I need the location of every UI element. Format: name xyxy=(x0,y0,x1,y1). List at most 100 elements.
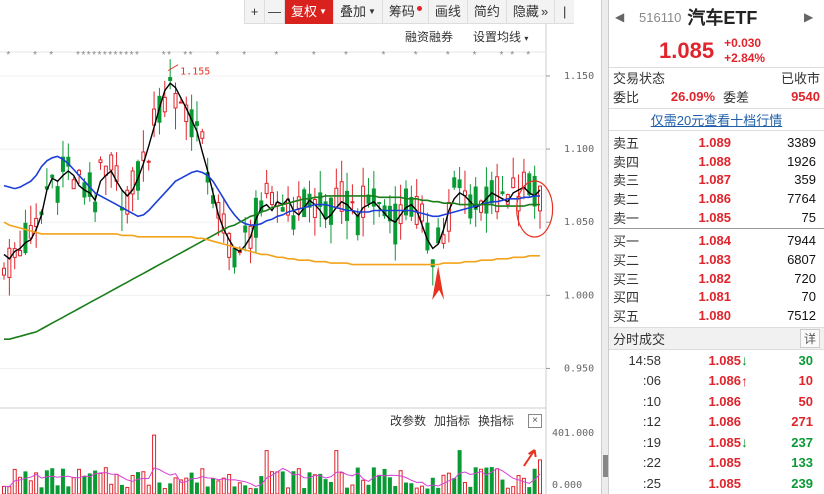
bid-row[interactable]: 买三 1.082 720 xyxy=(609,269,824,288)
stock-code: 516110 xyxy=(639,9,682,25)
trades-detail-button[interactable]: 详 xyxy=(799,328,820,348)
volume-bar xyxy=(532,468,537,494)
trade-price: 1.086 xyxy=(708,414,741,430)
event-marker-icon: * xyxy=(499,50,503,61)
volume-bar xyxy=(200,468,205,494)
volume-bar xyxy=(452,478,457,494)
volume-bar xyxy=(168,483,173,494)
trade-price: 1.085 xyxy=(708,434,741,450)
ask-row[interactable]: 卖五 1.089 3389 xyxy=(609,133,824,152)
volume-bar xyxy=(436,487,441,494)
volume-bar xyxy=(82,476,87,494)
event-marker-icon: * xyxy=(215,50,219,61)
event-marker-icon: * xyxy=(446,50,450,61)
drag-handle-icon[interactable] xyxy=(603,455,608,477)
candle-body xyxy=(98,159,103,164)
event-marker-icon: * xyxy=(189,50,193,61)
overlay-label: 叠加 xyxy=(339,4,366,19)
panel-divider[interactable] xyxy=(601,0,609,494)
volume-bar xyxy=(211,478,216,494)
ten-level-quote-link[interactable]: 仅需20元查看十档行情 xyxy=(651,110,782,129)
y-tick-label: 1.100 xyxy=(564,144,594,155)
ask-price: 1.089 xyxy=(698,134,731,150)
y-tick-label: 1.000 xyxy=(564,290,594,301)
volume-tick-label: 0.000 xyxy=(552,480,582,491)
bid-row[interactable]: 买一 1.084 7944 xyxy=(609,231,824,250)
bid-label: 买二 xyxy=(613,252,640,268)
bid-volume: 7944 xyxy=(787,233,816,249)
volume-bar xyxy=(302,488,307,494)
bid-row[interactable]: 买四 1.081 70 xyxy=(609,288,824,307)
event-marker-icon: * xyxy=(6,50,10,61)
event-marker-icon: * xyxy=(382,50,386,61)
edit-params-button[interactable]: 改参数 xyxy=(390,412,426,429)
candle-body xyxy=(312,199,317,218)
hide-label: 隐藏 xyxy=(512,4,539,19)
candle-body xyxy=(71,179,76,190)
bid-price: 1.083 xyxy=(698,251,731,267)
prev-stock-icon[interactable]: ◀ xyxy=(615,10,629,24)
candle-body xyxy=(168,77,173,81)
next-stock-icon[interactable]: ▶ xyxy=(804,10,818,24)
ma-settings-dropdown[interactable]: 设置均线 ▾ xyxy=(473,28,528,45)
candle-body xyxy=(243,225,248,233)
ask-volume: 75 xyxy=(801,209,816,225)
weibi-value: 26.09% xyxy=(670,89,715,104)
trade-status-label: 交易状态 xyxy=(613,71,666,86)
bid-row[interactable]: 买二 1.083 6807 xyxy=(609,250,824,269)
candle-body xyxy=(55,186,60,203)
quote-panel: ◀ 516110 汽车ETF ▶ 1.085 +0.030 +2.84% 交易状… xyxy=(609,0,824,494)
volume-bar xyxy=(409,483,414,494)
volume-bar xyxy=(119,484,124,494)
ask-row[interactable]: 卖二 1.086 7764 xyxy=(609,189,824,208)
trade-price: 1.086 xyxy=(708,373,741,389)
volume-bar xyxy=(2,485,6,494)
add-indicator-button[interactable]: 加指标 xyxy=(434,412,470,429)
candle-body xyxy=(377,202,382,205)
event-marker-icon: * xyxy=(119,50,123,61)
volume-bar xyxy=(7,486,12,494)
ask-label: 卖三 xyxy=(613,173,640,189)
close-indicator-icon[interactable]: × xyxy=(528,413,543,428)
collapse-button[interactable]: | xyxy=(554,0,574,24)
y-tick-label: 0.950 xyxy=(564,363,594,374)
chip-button[interactable]: 筹码 xyxy=(381,0,428,24)
bid-row[interactable]: 买五 1.080 7512 xyxy=(609,306,824,325)
y-tick-label: 1.050 xyxy=(564,217,594,228)
volume-bar xyxy=(103,467,108,494)
volume-bar xyxy=(173,477,178,494)
volume-bar xyxy=(457,450,462,494)
ask-row[interactable]: 卖三 1.087 359 xyxy=(609,170,824,189)
price-change: +0.030 +2.84% xyxy=(724,36,765,66)
volume-bar xyxy=(39,487,44,494)
event-marker-icon: * xyxy=(473,50,477,61)
volume-bar xyxy=(345,487,350,494)
simple-mode-button[interactable]: 简约 xyxy=(466,0,506,24)
candle-body xyxy=(146,160,151,163)
swap-indicator-button[interactable]: 换指标 xyxy=(478,412,514,429)
ask-row[interactable]: 卖一 1.085 75 xyxy=(609,208,824,227)
hide-button[interactable]: 隐藏 » xyxy=(505,0,554,24)
draw-line-button[interactable]: 画线 xyxy=(427,0,467,24)
bid-label: 买四 xyxy=(613,290,640,306)
overlay-button[interactable]: 叠加 ▼ xyxy=(332,0,382,24)
volume-bar xyxy=(527,487,532,494)
candle-body xyxy=(18,249,23,257)
event-marker-icon: * xyxy=(76,50,80,61)
change-value: +0.030 xyxy=(724,35,762,50)
weicha-value: 9540 xyxy=(791,89,820,104)
arrow-up-icon: ↑ xyxy=(741,372,748,389)
margin-trading-link[interactable]: 融资融券 xyxy=(405,28,453,45)
zoom-in-button[interactable]: + xyxy=(244,0,264,24)
volume-bar xyxy=(130,474,135,494)
chart-sub-header: 融资融券 设置均线 ▾ xyxy=(405,28,528,45)
volume-bar xyxy=(387,477,392,494)
volume-bar xyxy=(511,486,516,494)
ask-row[interactable]: 卖四 1.088 1926 xyxy=(609,152,824,171)
volume-bar xyxy=(189,472,194,494)
volume-bar xyxy=(77,468,82,494)
max-price-label: 1.155 xyxy=(180,67,210,78)
zoom-out-button[interactable]: — xyxy=(264,0,284,24)
fuquan-button[interactable]: 复权 ▼ xyxy=(284,0,333,24)
kline-chart-panel[interactable]: 1.150 1.100 1.050 1.000 0.950 401.000 0.000 * * *… xyxy=(0,0,601,494)
